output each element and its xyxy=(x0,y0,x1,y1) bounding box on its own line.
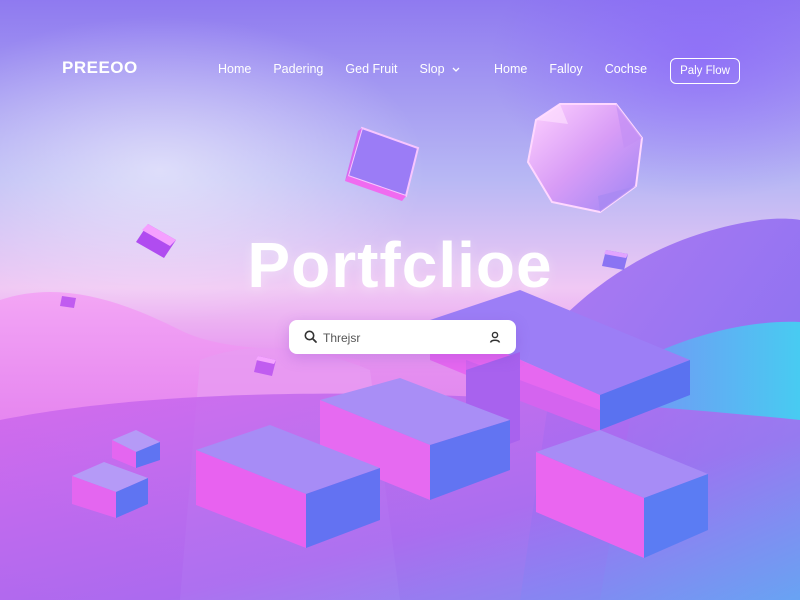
cube-small-left-bottom xyxy=(72,462,148,518)
search-bar xyxy=(289,320,516,354)
user-icon[interactable] xyxy=(488,330,502,344)
search-input[interactable] xyxy=(321,327,475,349)
search-icon[interactable] xyxy=(303,329,319,345)
cube-small-left-top xyxy=(112,430,160,468)
block-front-right xyxy=(536,430,708,558)
foreground-blocks xyxy=(72,290,708,558)
